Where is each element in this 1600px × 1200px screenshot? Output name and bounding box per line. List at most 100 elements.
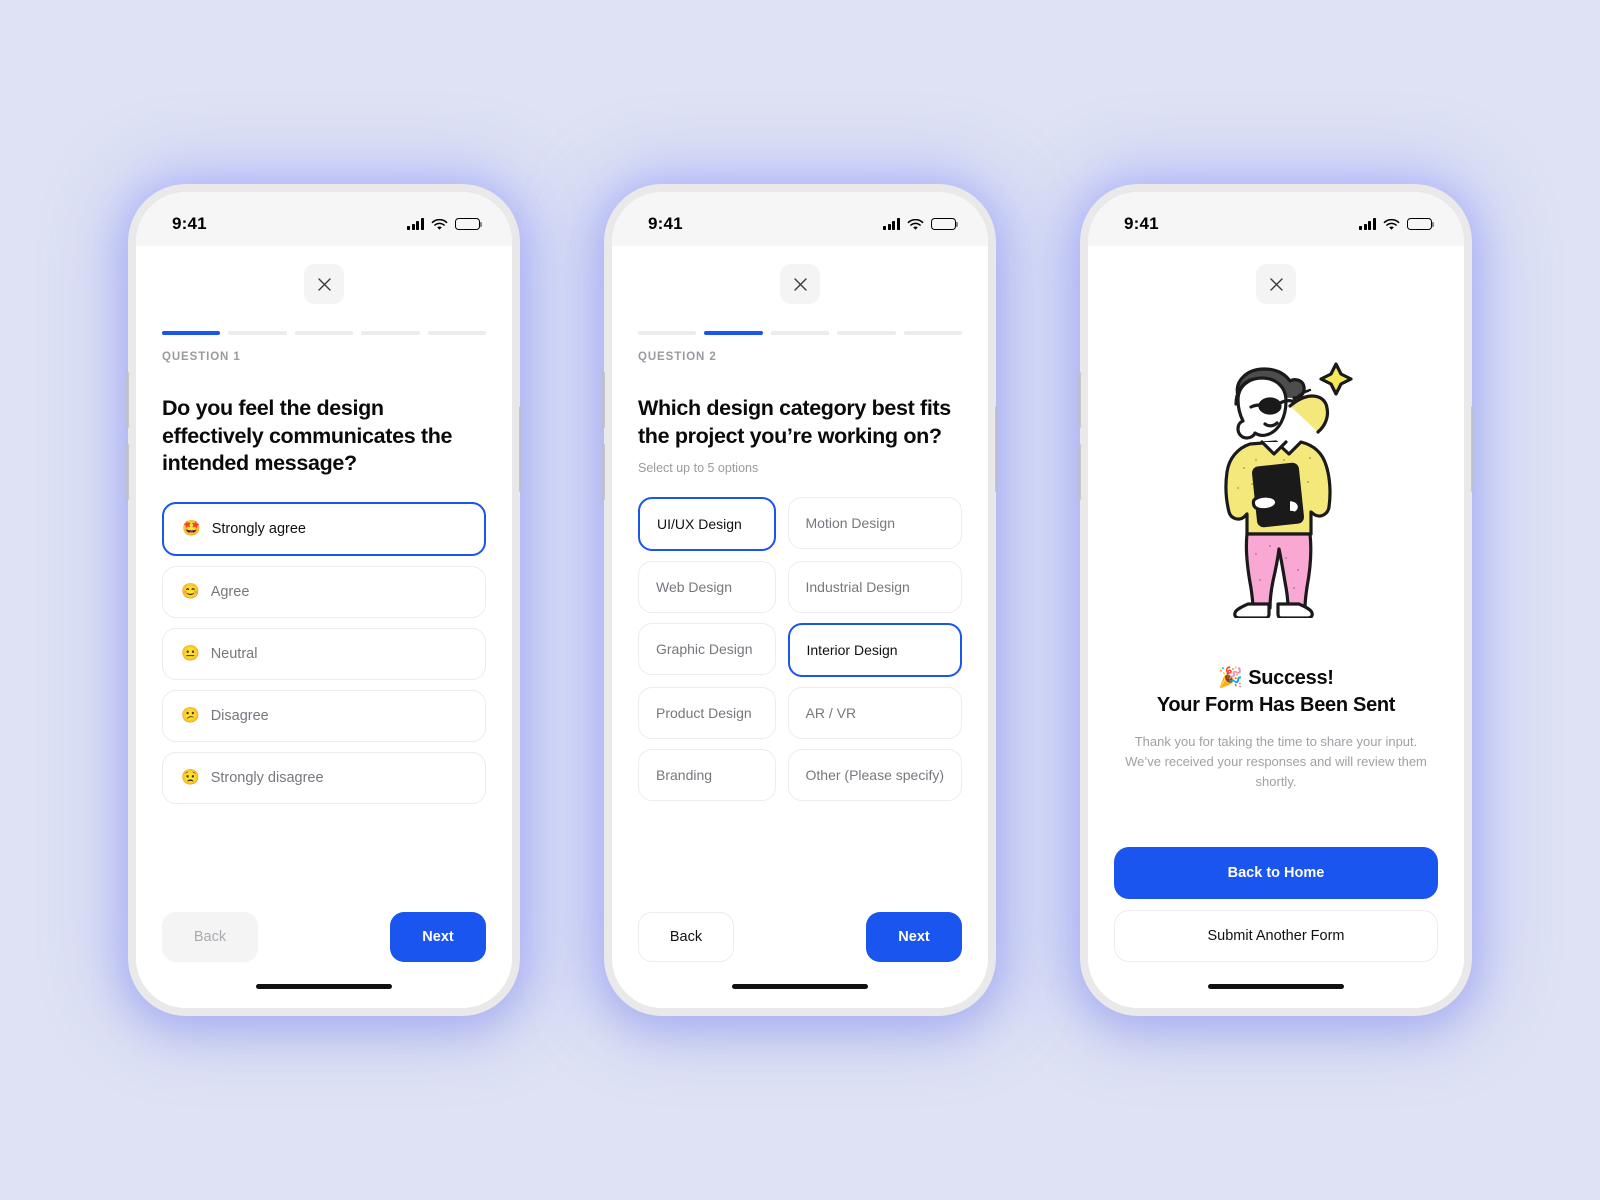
success-title-line-2: Your Form Has Been Sent — [1156, 693, 1396, 716]
option-strongly-agree[interactable]: 🤩 Strongly agree — [162, 501, 486, 556]
option-label: Neutral — [210, 645, 258, 662]
back-button[interactable]: Back — [638, 912, 734, 962]
success-title: 🎉 Success! Your Form Has Been Sent — [1156, 665, 1396, 718]
chip-motion-design[interactable]: Motion Design — [787, 497, 962, 550]
phone-mockups-stage: 9:41 QUESTION 1 Do you feel the design e… — [0, 0, 1600, 1200]
home-indicator[interactable] — [732, 984, 868, 989]
home-indicator[interactable] — [256, 984, 392, 989]
chip-web-design[interactable]: Web Design — [638, 561, 776, 614]
close-icon[interactable] — [304, 264, 344, 304]
submit-another-form-button[interactable]: Submit Another Form — [1114, 910, 1438, 962]
progress-segment-5 — [903, 331, 963, 335]
option-label: Strongly disagree — [210, 769, 324, 786]
question-title: Do you feel the design effectively commu… — [162, 396, 453, 476]
option-neutral[interactable]: 😐 Neutral — [162, 627, 486, 680]
wifi-icon — [431, 218, 448, 230]
progress-segment-2 — [704, 331, 763, 335]
chip-interior-design[interactable]: Interior Design — [787, 623, 962, 678]
battery-full-icon — [1407, 217, 1435, 231]
status-icons — [883, 217, 959, 231]
chip-branding[interactable]: Branding — [638, 749, 776, 802]
category-chip-grid: UI/UX Design Motion Design Web Design In… — [638, 497, 962, 802]
cellular-signal-icon — [883, 218, 900, 230]
status-bar: 9:41 — [612, 192, 988, 246]
option-disagree[interactable]: 😕 Disagree — [162, 689, 486, 742]
progress-segment-1 — [638, 331, 697, 335]
status-icons — [407, 217, 483, 231]
screen-success: 9:41 🎉 Success! Your Form Has Been Sent … — [1088, 192, 1464, 1008]
progress-segment-4 — [361, 331, 420, 335]
question-2-footer: Back Next — [638, 912, 962, 980]
cellular-signal-icon — [407, 218, 424, 230]
status-time: 9:41 — [172, 214, 207, 233]
chip-ui-ux-design[interactable]: UI/UX Design — [638, 497, 776, 552]
emoji-disagree: 😕 — [181, 707, 200, 725]
home-indicator-area — [612, 980, 988, 1008]
cellular-signal-icon — [1359, 218, 1376, 230]
question-2-content: QUESTION 2 Which design category best fi… — [612, 246, 988, 980]
option-label: Strongly agree — [211, 520, 306, 537]
status-icons — [1359, 217, 1435, 231]
question-subtitle: Select up to 5 options — [638, 461, 759, 476]
phone-frame-question-2: 9:41 QUESTION 2 Which design category be… — [602, 184, 998, 1016]
wifi-icon — [1383, 218, 1400, 230]
emoji-strongly-disagree: 😟 — [181, 769, 200, 787]
progress-segment-3 — [294, 331, 354, 335]
status-time: 9:41 — [1124, 214, 1159, 233]
person-thinking-with-clipboard-illustration — [1186, 348, 1366, 623]
progress-segment-3 — [770, 331, 830, 335]
home-indicator[interactable] — [1208, 984, 1344, 989]
chip-other[interactable]: Other (Please specify) — [787, 749, 962, 802]
emoji-neutral: 😐 — [181, 645, 200, 663]
next-button[interactable]: Next — [390, 912, 486, 962]
progress-indicator — [162, 331, 487, 335]
question-title: Which design category best fits the proj… — [638, 396, 951, 448]
success-content: 🎉 Success! Your Form Has Been Sent Thank… — [1088, 246, 1464, 980]
progress-segment-4 — [837, 331, 896, 335]
power-button[interactable] — [1471, 406, 1474, 492]
question-number-label: QUESTION 1 — [162, 351, 241, 363]
status-bar: 9:41 — [136, 192, 512, 246]
success-title-line-1: 🎉 Success! — [1218, 667, 1334, 689]
back-button[interactable]: Back — [162, 912, 258, 962]
close-icon[interactable] — [780, 264, 820, 304]
power-button[interactable] — [519, 406, 522, 492]
chip-graphic-design[interactable]: Graphic Design — [638, 623, 776, 676]
close-row — [1114, 246, 1438, 304]
phone-frame-question-1: 9:41 QUESTION 1 Do you feel the design e… — [126, 184, 522, 1016]
progress-segment-1 — [162, 331, 221, 335]
emoji-strongly-agree: 🤩 — [182, 520, 201, 538]
question-1-content: QUESTION 1 Do you feel the design effect… — [136, 246, 512, 980]
wifi-icon — [907, 218, 924, 230]
close-row — [638, 246, 962, 304]
chip-ar-vr[interactable]: AR / VR — [787, 687, 962, 740]
phone-frame-success: 9:41 🎉 Success! Your Form Has Been Sent … — [1078, 184, 1474, 1016]
chip-industrial-design[interactable]: Industrial Design — [787, 561, 962, 614]
progress-indicator — [638, 331, 963, 335]
screen-question-2: 9:41 QUESTION 2 Which design category be… — [612, 192, 988, 1008]
status-bar: 9:41 — [1088, 192, 1464, 246]
option-agree[interactable]: 😊 Agree — [162, 565, 486, 618]
home-indicator-area — [136, 980, 512, 1008]
emoji-agree: 😊 — [181, 583, 200, 601]
option-label: Disagree — [210, 707, 269, 724]
chip-product-design[interactable]: Product Design — [638, 687, 776, 740]
close-row — [162, 246, 486, 304]
progress-segment-5 — [427, 331, 487, 335]
battery-full-icon — [931, 217, 959, 231]
power-button[interactable] — [995, 406, 998, 492]
success-body-wrap: 🎉 Success! Your Form Has Been Sent Thank… — [1114, 304, 1438, 980]
progress-segment-2 — [228, 331, 287, 335]
home-indicator-area — [1088, 980, 1464, 1008]
next-button[interactable]: Next — [866, 912, 962, 962]
option-strongly-disagree[interactable]: 😟 Strongly disagree — [162, 751, 486, 804]
status-time: 9:41 — [648, 214, 683, 233]
battery-full-icon — [455, 217, 483, 231]
back-to-home-button[interactable]: Back to Home — [1114, 847, 1438, 899]
success-actions: Back to Home Submit Another Form — [1114, 847, 1438, 980]
screen-question-1: 9:41 QUESTION 1 Do you feel the design e… — [136, 192, 512, 1008]
likert-option-list: 🤩 Strongly agree 😊 Agree 😐 Neutral 😕 Dis… — [162, 501, 486, 804]
close-icon[interactable] — [1256, 264, 1296, 304]
